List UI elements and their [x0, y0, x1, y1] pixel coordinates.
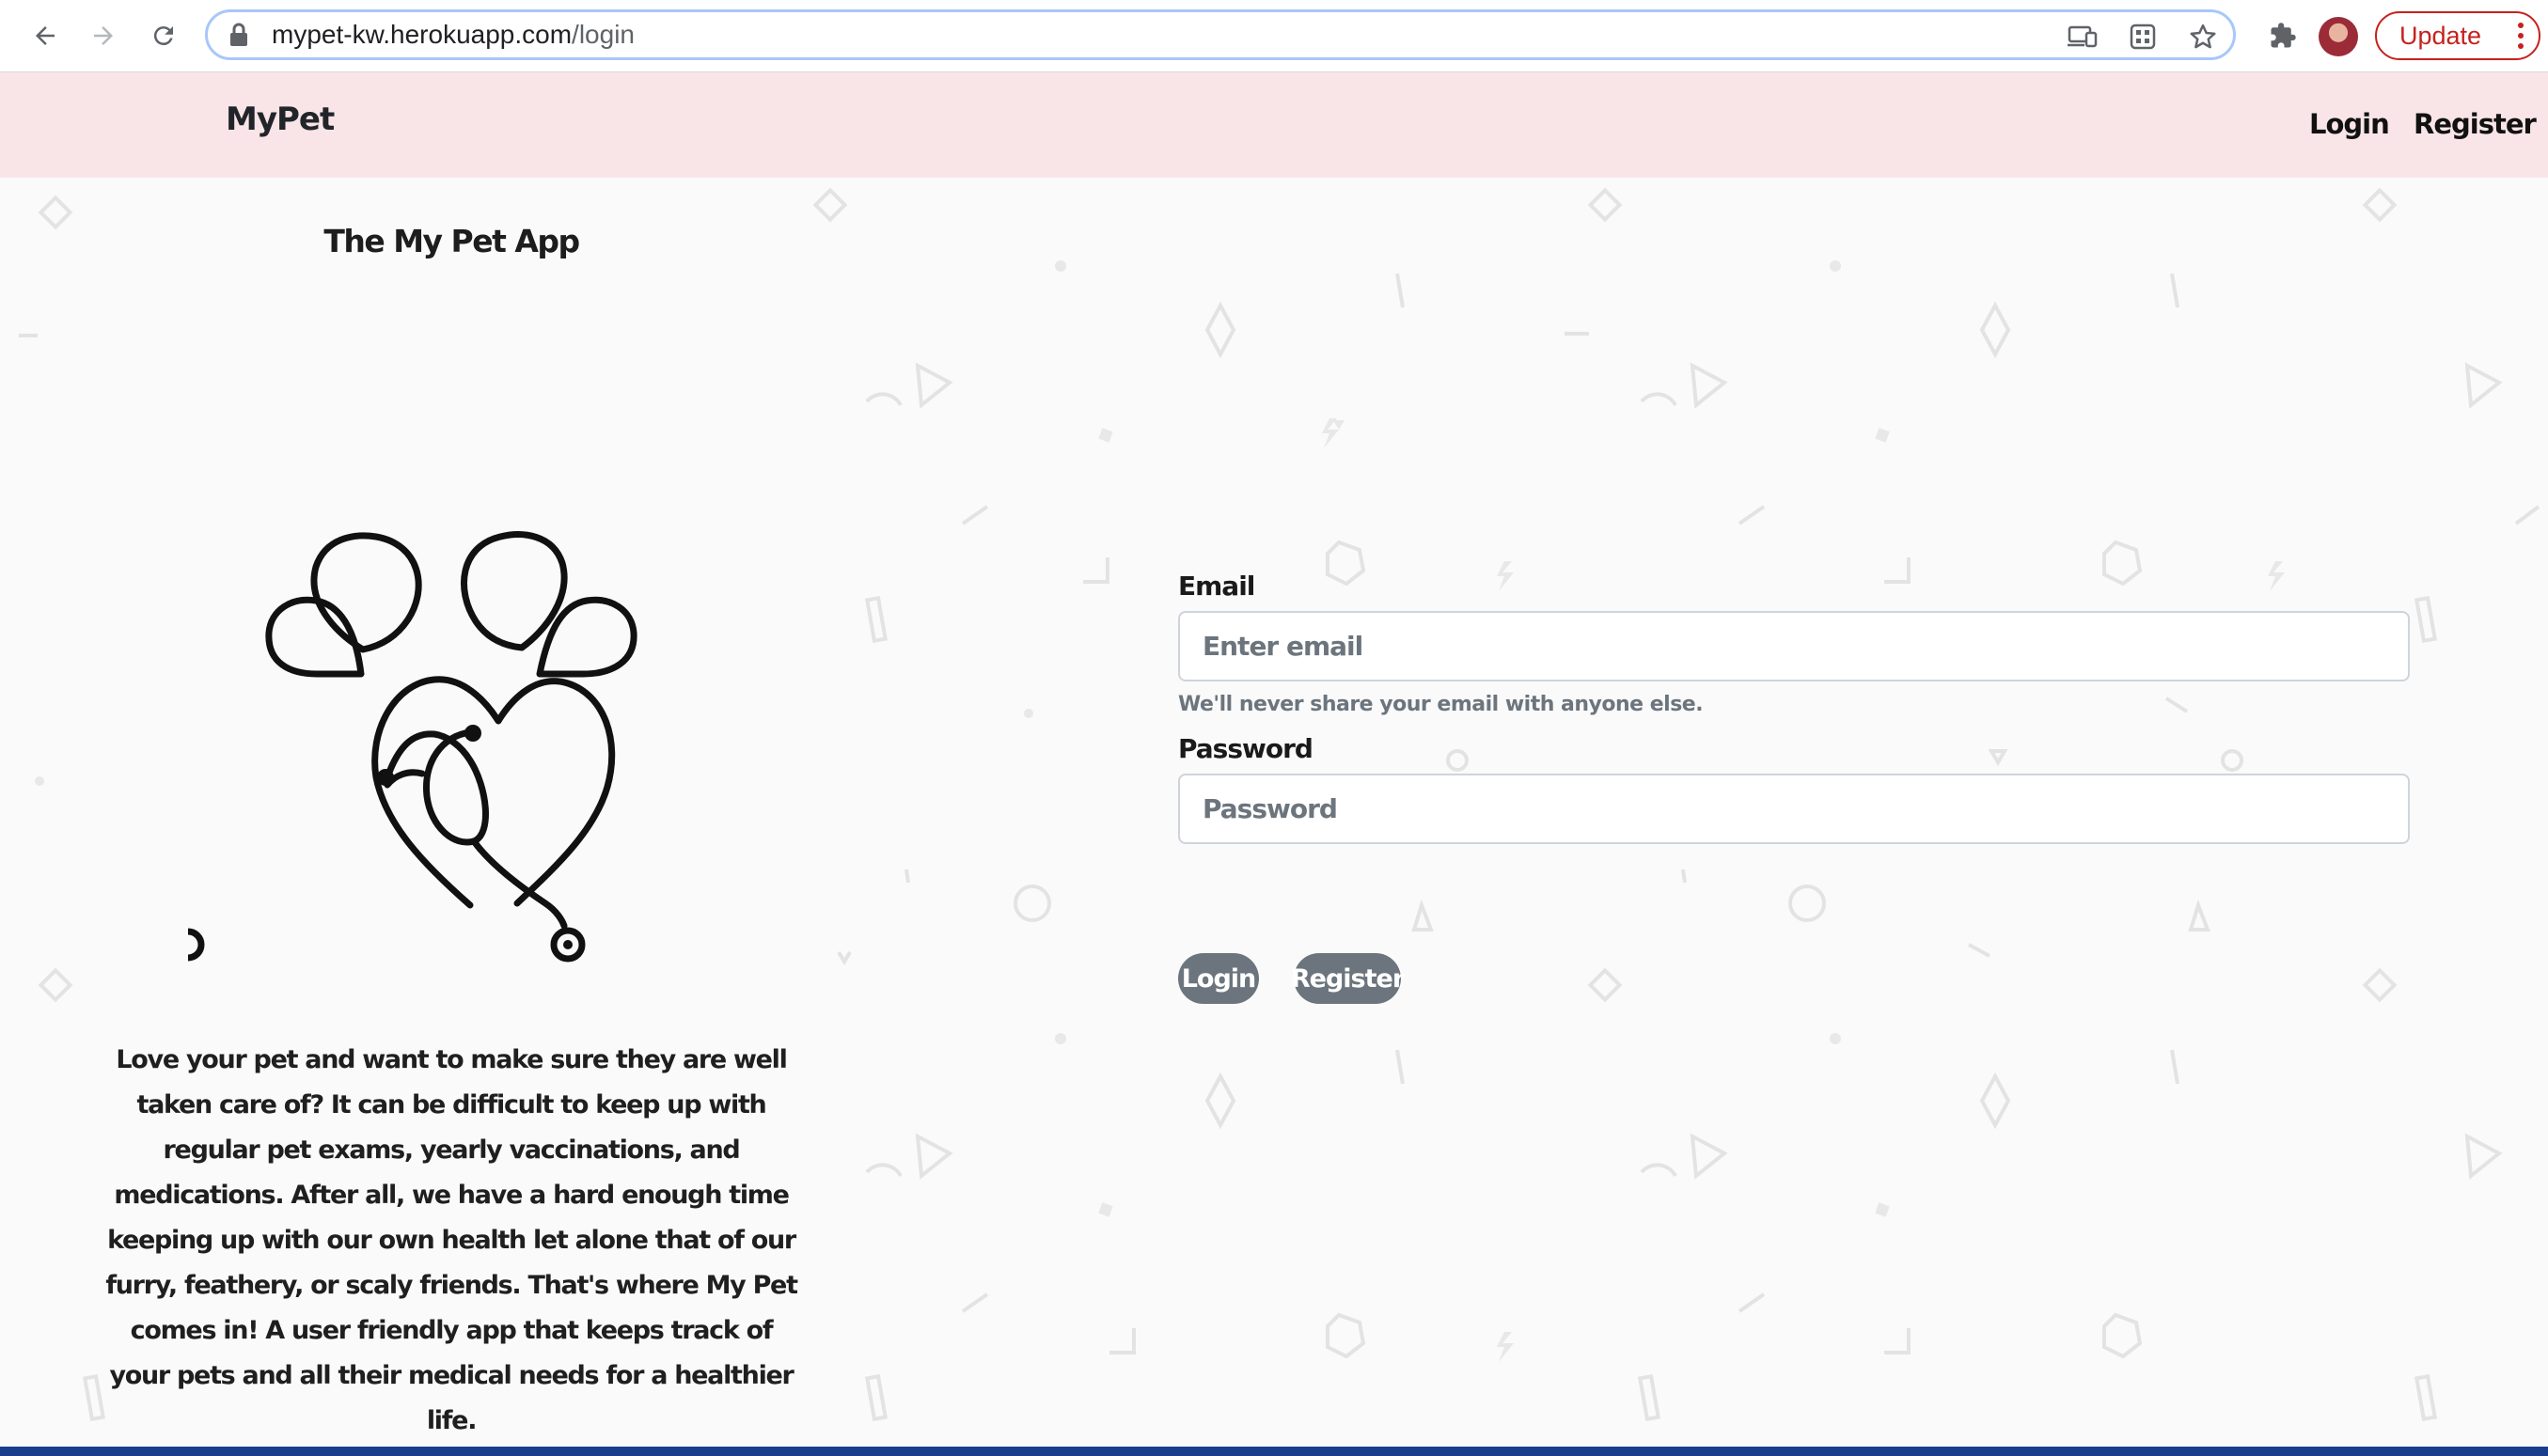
update-label: Update [2399, 21, 2482, 50]
nav-link-login[interactable]: Login [2309, 108, 2390, 140]
email-input[interactable] [1178, 611, 2410, 681]
app-title: The My Pet App [323, 223, 580, 259]
forward-button[interactable] [81, 13, 126, 58]
back-arrow-icon [36, 26, 55, 45]
back-button[interactable] [23, 13, 68, 58]
address-bar[interactable]: mypet-kw.herokuapp.com/login [205, 9, 2236, 60]
menu-dots-icon [2518, 23, 2525, 49]
paw-heart-stethoscope-icon [188, 531, 637, 963]
editor-status-bar [0, 1447, 2548, 1456]
url-text: mypet-kw.herokuapp.com/login [272, 20, 635, 49]
forward-arrow-icon [94, 26, 113, 45]
browser-toolbar: mypet-kw.herokuapp.com/login Update [0, 0, 2548, 72]
login-form: Email We'll never share your email with … [1178, 571, 2410, 1004]
password-input[interactable] [1178, 774, 2410, 844]
bookmark-star-icon[interactable] [2186, 20, 2220, 54]
reload-button[interactable] [141, 13, 186, 58]
top-navbar: MyPet Login Register [0, 72, 2548, 178]
login-button[interactable]: Login [1178, 953, 1259, 1004]
app-description: Love your pet and want to make sure they… [105, 1045, 798, 1435]
lock-icon [228, 21, 257, 49]
profile-avatar[interactable] [2319, 17, 2358, 56]
qr-code-icon[interactable] [2126, 20, 2160, 54]
password-label: Password [1178, 733, 1313, 764]
extensions-puzzle-icon[interactable] [2264, 17, 2302, 55]
nav-link-register[interactable]: Register [2414, 108, 2537, 140]
register-button[interactable]: Register [1291, 953, 1405, 1004]
reload-icon [153, 26, 173, 46]
email-help-text: We'll never share your email with anyone… [1178, 693, 1704, 716]
update-button[interactable]: Update [2375, 11, 2540, 60]
page: MyPet Login Register The My Pet App Love… [0, 72, 2548, 1456]
email-label: Email [1178, 571, 1255, 602]
brand-logo[interactable]: MyPet [226, 101, 335, 138]
cast-icon[interactable] [2066, 20, 2100, 54]
